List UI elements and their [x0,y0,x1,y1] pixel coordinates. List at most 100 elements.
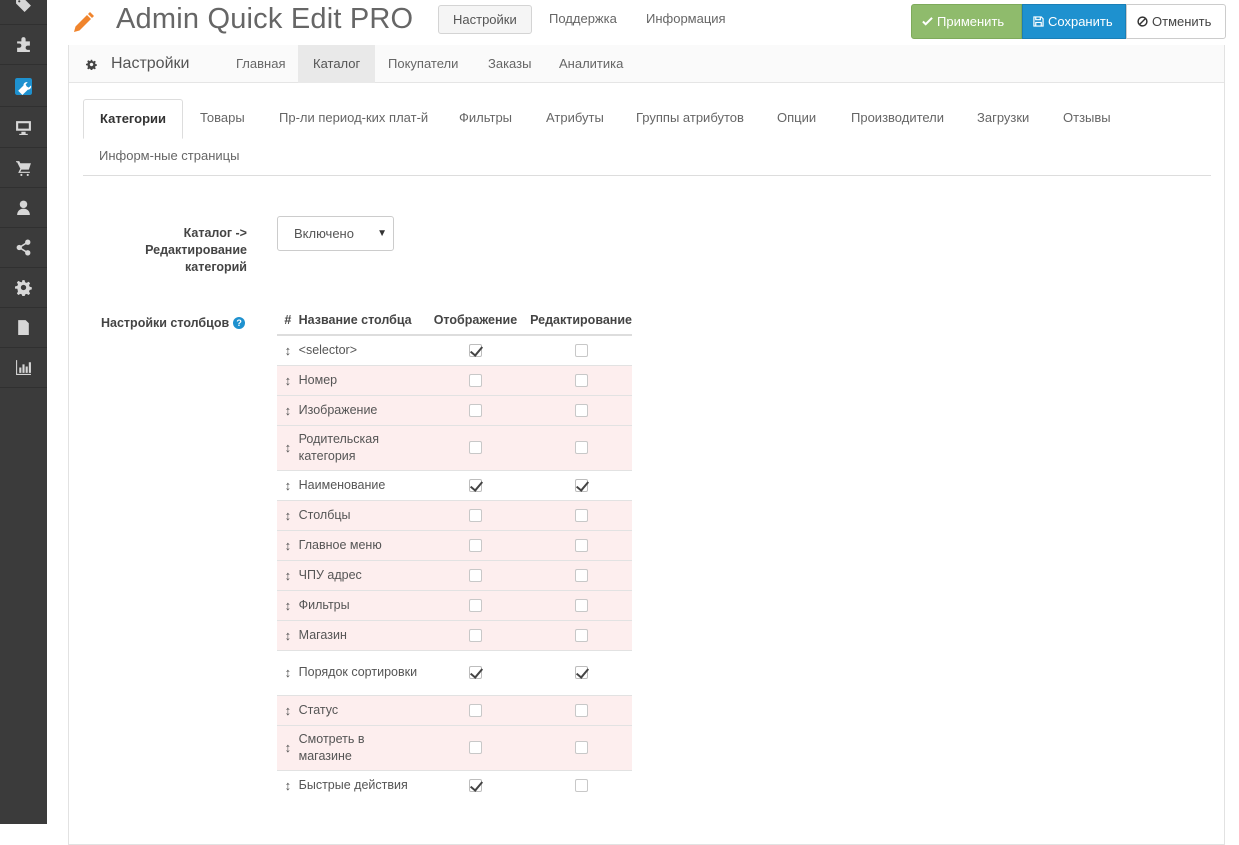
drag-handle-icon[interactable]: ↕ [285,342,292,359]
sidebar-item-system[interactable] [0,268,47,308]
drag-handle-icon[interactable]: ↕ [285,702,292,719]
tab-main[interactable]: Главная [221,45,300,83]
save-button[interactable]: Сохранить [1022,4,1126,39]
catalog-status-select[interactable]: Включено ▼ [277,216,394,251]
sidebar-item-tools[interactable] [0,67,47,107]
editing-cell [530,499,632,530]
sidebar-item-stats[interactable] [0,348,47,388]
editing-checkbox[interactable] [574,741,588,755]
tab-settings[interactable]: Настройки [438,5,532,34]
display-checkbox[interactable] [468,778,482,792]
editing-checkbox[interactable] [574,373,588,387]
drag-handle-icon[interactable]: ↕ [285,597,292,614]
drag-handle-icon[interactable]: ↕ [285,477,292,494]
drag-handle-icon[interactable]: ↕ [285,739,292,756]
table-row: ↕ <selector> [277,334,632,365]
drag-handle-cell: ↕ [277,724,299,770]
cog-icon [15,280,32,296]
pencil-icon [74,12,94,32]
drag-handle-icon[interactable]: ↕ [285,372,292,389]
display-checkbox[interactable] [468,703,482,717]
display-checkbox[interactable] [468,478,482,492]
subtab-recurring[interactable]: Пр-ли период-ких плат-й [263,99,444,139]
cancel-button[interactable]: Отменить [1126,4,1226,39]
table-row: ↕ Наименование [277,469,632,500]
display-checkbox[interactable] [468,343,482,357]
sidebar-item-customers[interactable] [0,188,47,228]
drag-handle-icon[interactable]: ↕ [285,439,292,456]
editing-checkbox[interactable] [574,778,588,792]
editing-checkbox[interactable] [574,628,588,642]
editing-checkbox[interactable] [574,343,588,357]
subtab-manufacturers[interactable]: Производители [835,99,960,139]
editing-checkbox[interactable] [574,598,588,612]
subtab-attribute-groups[interactable]: Группы атрибутов [620,99,760,139]
display-checkbox[interactable] [468,441,482,455]
subtab-downloads[interactable]: Загрузки [961,99,1045,139]
cart-icon [16,161,31,176]
help-icon[interactable]: ? [233,317,246,329]
display-checkbox[interactable] [468,568,482,582]
drag-handle-cell: ↕ [277,649,299,695]
editing-checkbox[interactable] [574,703,588,717]
table-row: ↕ Столбцы [277,499,632,530]
editing-cell [530,649,632,695]
subtab-reviews[interactable]: Отзывы [1047,99,1127,139]
drag-handle-icon[interactable]: ↕ [285,664,292,681]
editing-cell [530,694,632,725]
display-checkbox[interactable] [468,666,482,680]
sidebar-item-marketing[interactable] [0,228,47,268]
subtab-attributes[interactable]: Атрибуты [530,99,620,139]
tab-analytics[interactable]: Аналитика [544,45,638,83]
editing-checkbox[interactable] [574,568,588,582]
editing-cell [530,589,632,620]
drag-handle-icon[interactable]: ↕ [285,567,292,584]
tab-support[interactable]: Поддержка [535,5,631,34]
drag-handle-icon[interactable]: ↕ [285,402,292,419]
tab-orders[interactable]: Заказы [473,45,546,83]
column-name: Смотреть в магазине [298,724,421,770]
subtab-information[interactable]: Информ-ные страницы [83,137,255,177]
editing-checkbox[interactable] [574,478,588,492]
table-row: ↕ Фильтры [277,589,632,620]
display-checkbox[interactable] [468,373,482,387]
display-cell [420,529,531,560]
apply-button[interactable]: Применить [911,4,1022,39]
sidebar-item-sales[interactable] [0,148,47,188]
panel-title: Настройки [111,55,190,72]
display-checkbox[interactable] [468,628,482,642]
columns-settings-label: Настройки столбцов ? [101,316,246,330]
sidebar-item-tags[interactable] [0,0,47,25]
tab-customers[interactable]: Покупатели [373,45,473,83]
editing-cell [530,469,632,500]
editing-checkbox[interactable] [574,666,588,680]
display-checkbox[interactable] [468,741,482,755]
left-sidebar [0,0,47,824]
subtab-categories[interactable]: Категории [83,99,184,139]
editing-cell [530,724,632,770]
drag-handle-icon[interactable]: ↕ [285,507,292,524]
display-checkbox[interactable] [468,598,482,612]
drag-handle-icon[interactable]: ↕ [285,777,292,794]
drag-handle-icon[interactable]: ↕ [285,537,292,554]
file-icon [18,320,29,335]
subtab-products[interactable]: Товары [184,99,261,139]
subtab-options[interactable]: Опции [761,99,832,139]
display-checkbox[interactable] [468,508,482,522]
display-checkbox[interactable] [468,538,482,552]
tab-catalog[interactable]: Каталог [298,45,376,83]
display-checkbox[interactable] [468,403,482,417]
sidebar-item-design[interactable] [0,108,47,148]
drag-handle-icon[interactable]: ↕ [285,627,292,644]
sidebar-item-reports[interactable] [0,308,47,348]
table-row: ↕ Номер [277,364,632,395]
editing-checkbox[interactable] [574,538,588,552]
editing-checkbox[interactable] [574,403,588,417]
editing-checkbox[interactable] [574,441,588,455]
tab-information[interactable]: Информация [632,5,740,34]
editing-checkbox[interactable] [574,508,588,522]
subtab-filters[interactable]: Фильтры [443,99,528,139]
sidebar-item-extensions[interactable] [0,25,47,65]
caret-down-icon: ▼ [377,228,387,239]
column-name: Наименование [298,469,421,500]
